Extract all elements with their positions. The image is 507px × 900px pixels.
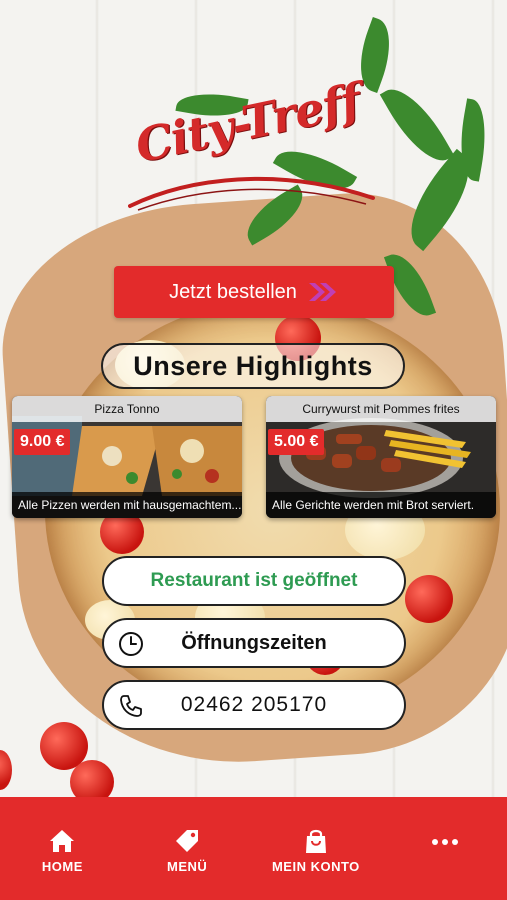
- opening-hours-label: Öffnungszeiten: [181, 631, 327, 654]
- price-badge: 5.00 €: [268, 429, 325, 455]
- restaurant-open-status: Restaurant ist geöffnet: [102, 556, 406, 606]
- tag-icon: [176, 830, 199, 852]
- more-dots-icon: [431, 839, 458, 845]
- city-treff-logo: City-Treff: [128, 73, 378, 218]
- phone-number: 02462 205170: [180, 693, 328, 716]
- highlight-card-pizza-tonno[interactable]: Pizza Tonno 9.00 € Alle Pizzen werden mi…: [12, 396, 242, 518]
- highlights-heading: Unsere Highlights: [101, 343, 405, 389]
- nav-account-label: MEIN KONTO: [271, 859, 360, 874]
- highlight-description: Alle Gerichte werden mit Brot serviert.: [266, 492, 496, 518]
- logo-swoosh: [128, 176, 375, 211]
- order-now-button[interactable]: Jetzt bestellen: [114, 266, 394, 318]
- clock-icon: [119, 632, 143, 656]
- double-chevron-right-icon: [308, 283, 336, 301]
- opening-hours-button[interactable]: Öffnungszeiten: [102, 618, 406, 668]
- highlight-description: Alle Pizzen werden mit hausgemachtem...: [12, 492, 242, 518]
- open-status-label: Restaurant ist geöffnet: [150, 570, 358, 591]
- bottom-navigation: HOME MENÜ MEIN KONTO: [0, 797, 507, 900]
- phone-icon: [120, 695, 142, 717]
- order-now-label: Jetzt bestellen: [169, 280, 297, 303]
- nav-home[interactable]: HOME: [22, 827, 102, 874]
- nav-menu-label: MENÜ: [167, 859, 208, 874]
- phone-call-button[interactable]: 02462 205170: [102, 680, 406, 730]
- highlight-title: Currywurst mit Pommes frites: [266, 396, 496, 422]
- shopping-bag-icon: [305, 829, 326, 853]
- nav-home-label: HOME: [41, 859, 83, 874]
- home-icon: [50, 830, 75, 852]
- price-badge: 9.00 €: [14, 429, 71, 455]
- nav-more[interactable]: [405, 827, 485, 851]
- nav-menu[interactable]: MENÜ: [147, 827, 227, 874]
- nav-account[interactable]: MEIN KONTO: [272, 827, 360, 874]
- highlight-title: Pizza Tonno: [12, 396, 242, 422]
- highlight-card-currywurst[interactable]: Currywurst mit Pommes frites 5.00 € Alle…: [266, 396, 496, 518]
